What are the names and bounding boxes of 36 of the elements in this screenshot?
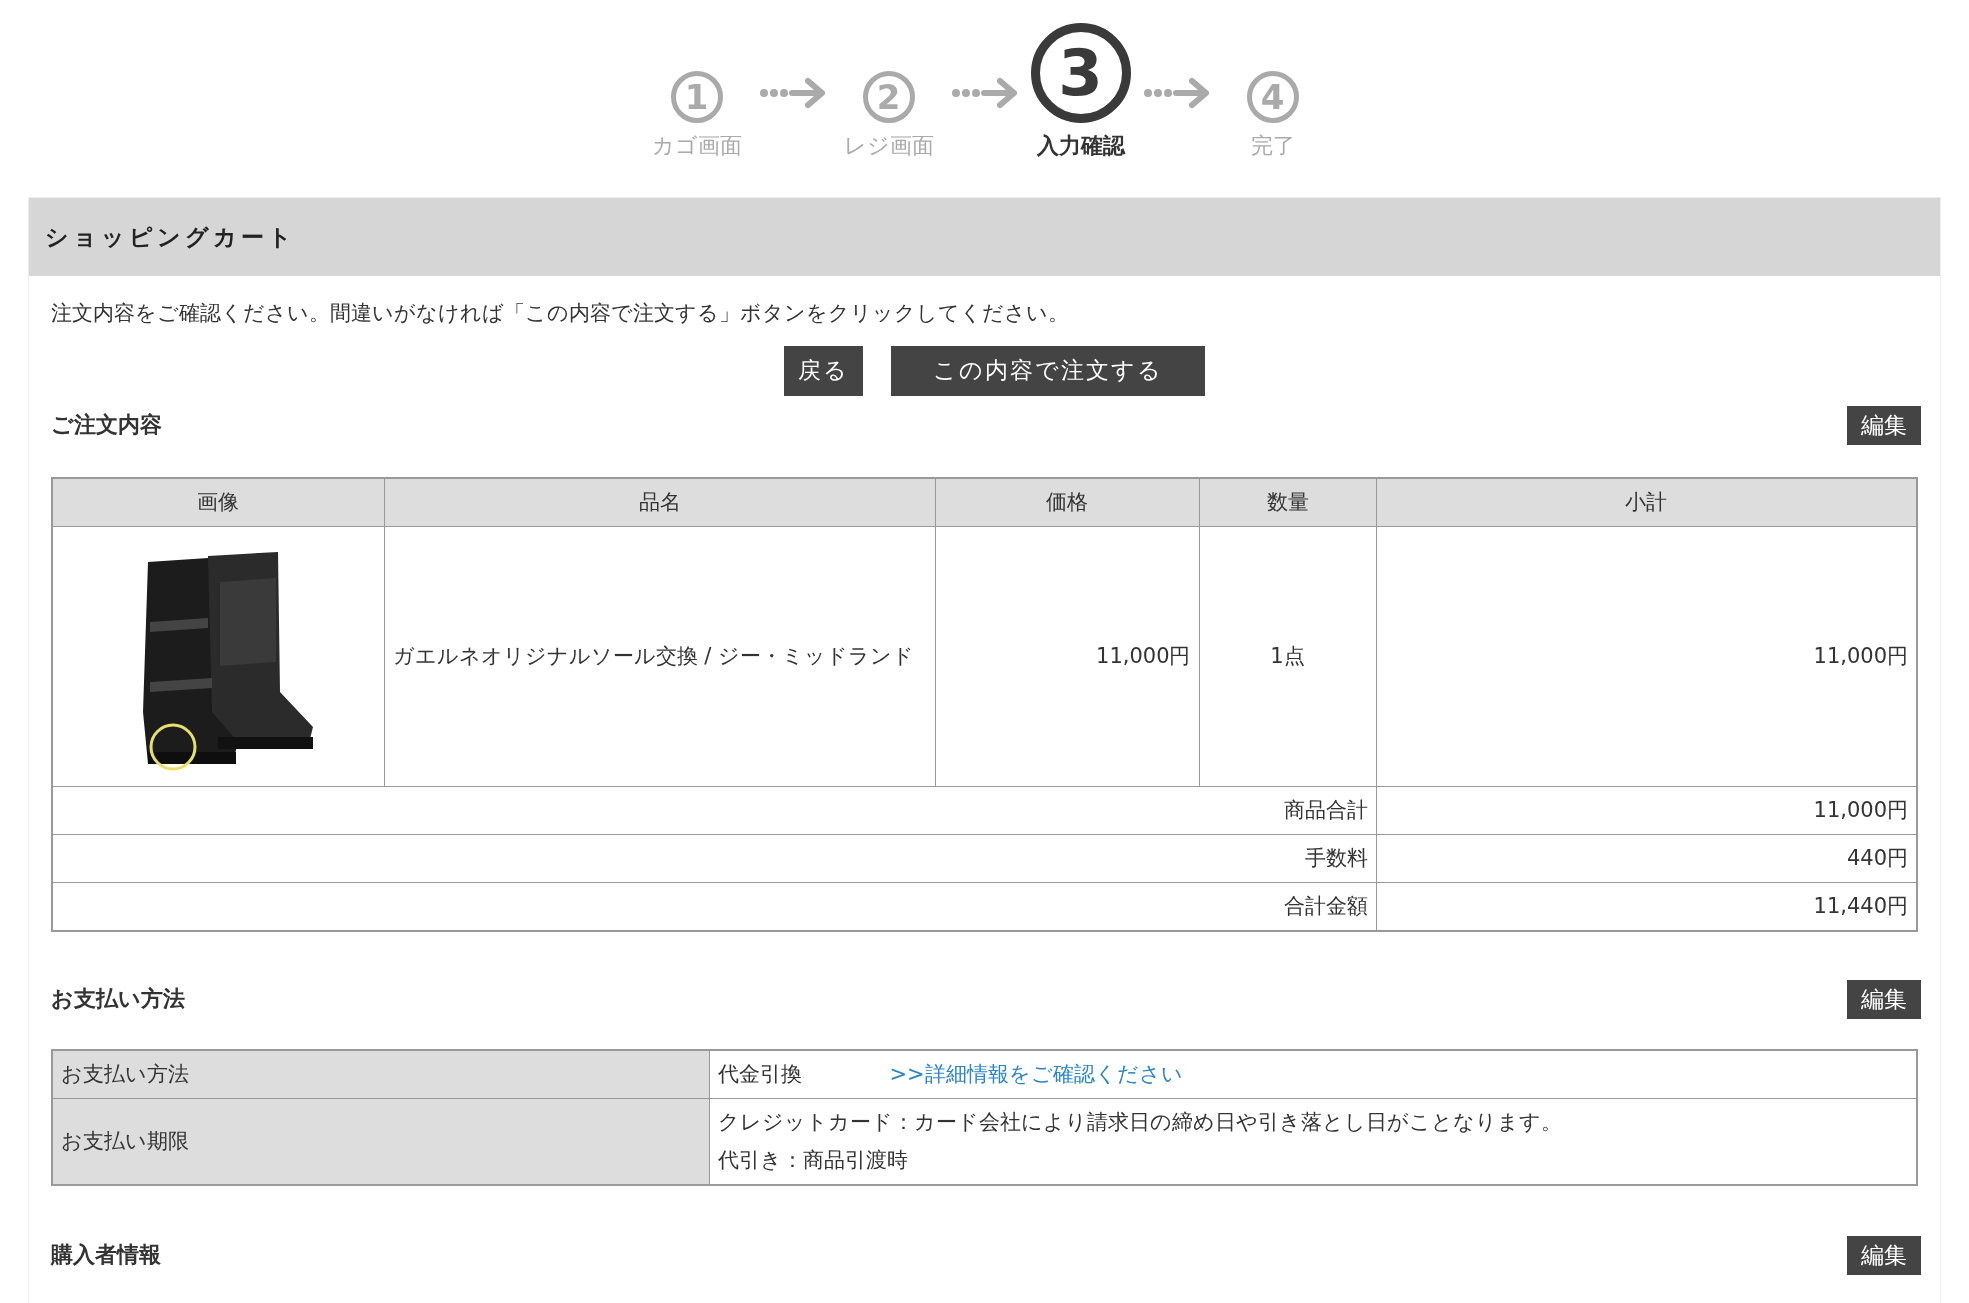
submit-order-button[interactable]: この内容で注文する — [891, 345, 1205, 396]
quantity-cell: 1点 — [1199, 526, 1376, 787]
step-label: 入力確認 — [1036, 132, 1125, 160]
instruction-text: 注文内容をご確認ください。間違いがなければ「この内容で注文する」ボタンをクリックしてください。 — [51, 300, 1070, 327]
edit-button[interactable]: 編集 — [1847, 405, 1921, 445]
column-header: 価格 — [935, 477, 1199, 527]
section-title: ご注文内容 — [51, 410, 162, 439]
total-label: 手数料 — [52, 834, 1376, 883]
dotted-arrow-icon — [949, 76, 1020, 110]
step-number: 4 — [1246, 71, 1299, 123]
cart-title: ショッピングカート — [45, 222, 296, 252]
column-header: 画像 — [52, 477, 384, 527]
column-header: 品名 — [384, 477, 935, 527]
step-label: レジ画面 — [843, 132, 934, 160]
column-header: 数量 — [1199, 477, 1376, 527]
row-label: お支払い方法 — [52, 1049, 709, 1099]
edit-button[interactable]: 編集 — [1847, 979, 1921, 1019]
row-value: 代金引換 — [717, 1061, 802, 1089]
step-number: 2 — [862, 71, 915, 123]
section-title: お支払い方法 — [51, 984, 185, 1013]
step-number: 3 — [1030, 23, 1131, 123]
details-link[interactable]: >>詳細情報をご確認ください — [889, 1055, 1183, 1094]
dotted-arrow-icon — [757, 76, 828, 110]
step-number: 1 — [670, 71, 723, 123]
back-button[interactable]: 戻る — [784, 345, 863, 396]
section-title: 購入者情報 — [51, 1240, 161, 1269]
row-label: お支払い期限 — [52, 1098, 709, 1185]
step-label: カゴ画面 — [651, 132, 742, 160]
product-name: ガエルネオリジナルソール交換 / ジー・ミッドランド — [392, 643, 915, 670]
row-value: 代引き：商品引渡時 — [717, 1147, 908, 1175]
dotted-arrow-icon — [1141, 76, 1212, 110]
total-label: 商品合計 — [52, 786, 1376, 835]
row-value: クレジットカード：カード会社により請求日の締め日や引き落とし日がことなります。 — [717, 1109, 1562, 1137]
edit-button[interactable]: 編集 — [1847, 1235, 1921, 1275]
price-cell: 11,000円 — [935, 526, 1199, 787]
step-label: 完了 — [1250, 132, 1295, 160]
